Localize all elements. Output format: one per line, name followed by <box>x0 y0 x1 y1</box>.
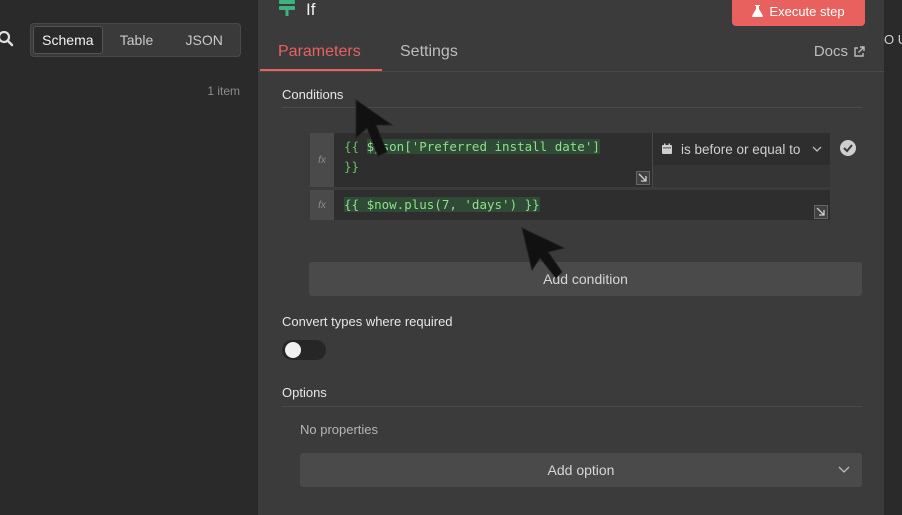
add-option-label: Add option <box>547 462 615 478</box>
add-option-dropdown[interactable]: Add option <box>300 453 862 487</box>
view-mode-switch: Schema Table JSON <box>30 23 241 57</box>
calendar-icon <box>662 143 672 154</box>
operator-select[interactable]: is before or equal to <box>652 133 830 165</box>
cursor-arrow-icon <box>521 227 566 279</box>
execute-step-button[interactable]: Execute step <box>732 0 865 26</box>
options-divider <box>282 406 862 407</box>
convert-types-toggle[interactable] <box>282 340 326 360</box>
tabs-divider <box>258 71 884 72</box>
docs-label: Docs <box>813 43 848 60</box>
no-properties-text: No properties <box>300 422 379 437</box>
item-count: 1 item <box>207 84 240 98</box>
expand-arrow-icon <box>816 207 825 216</box>
output-pane-edge-text: O U <box>884 32 902 47</box>
expand-left-value-icon[interactable] <box>636 171 650 185</box>
expand-arrow-icon <box>638 173 647 182</box>
expand-right-value-icon[interactable] <box>814 205 828 219</box>
operator-spacer <box>652 165 830 187</box>
check-circle-icon[interactable] <box>839 139 857 157</box>
conditions-label: Conditions <box>282 87 344 102</box>
node-title[interactable]: If <box>306 0 315 20</box>
convert-types-label: Convert types where required <box>282 314 453 329</box>
options-label: Options <box>282 385 327 400</box>
docs-link[interactable]: Docs <box>814 43 865 60</box>
operator-label: is before or equal to <box>681 141 801 157</box>
chevron-down-icon <box>812 146 822 152</box>
left-value-fx-badge: fx <box>310 133 334 187</box>
right-value-highlight: {{ $now.plus(7, 'days') }} <box>344 197 540 212</box>
tab-parameters[interactable]: Parameters <box>278 43 361 61</box>
left-value-closing: }} <box>344 159 360 174</box>
chevron-down-icon <box>838 466 850 473</box>
tab-settings[interactable]: Settings <box>400 43 458 61</box>
output-pane-edge: O U <box>884 0 902 515</box>
active-tab-indicator <box>260 69 382 71</box>
external-link-icon <box>854 45 865 57</box>
tab-json[interactable]: JSON <box>170 26 238 54</box>
toggle-knob <box>285 342 301 358</box>
execute-step-label: Execute step <box>769 3 845 19</box>
right-value-expression[interactable]: {{ $now.plus(7, 'days') }} <box>334 190 830 220</box>
search-icon[interactable] <box>0 30 14 48</box>
tab-schema[interactable]: Schema <box>33 26 103 54</box>
tab-table[interactable]: Table <box>103 26 171 54</box>
node-tabs: Parameters Settings Docs <box>258 36 884 72</box>
flask-icon <box>752 5 764 17</box>
cursor-arrow-icon <box>355 99 394 157</box>
if-node-icon <box>279 0 295 16</box>
input-pane: Schema Table JSON 1 item <box>0 0 258 515</box>
right-value-fx-badge: fx <box>310 190 334 220</box>
add-condition-button[interactable]: Add condition <box>309 262 862 296</box>
